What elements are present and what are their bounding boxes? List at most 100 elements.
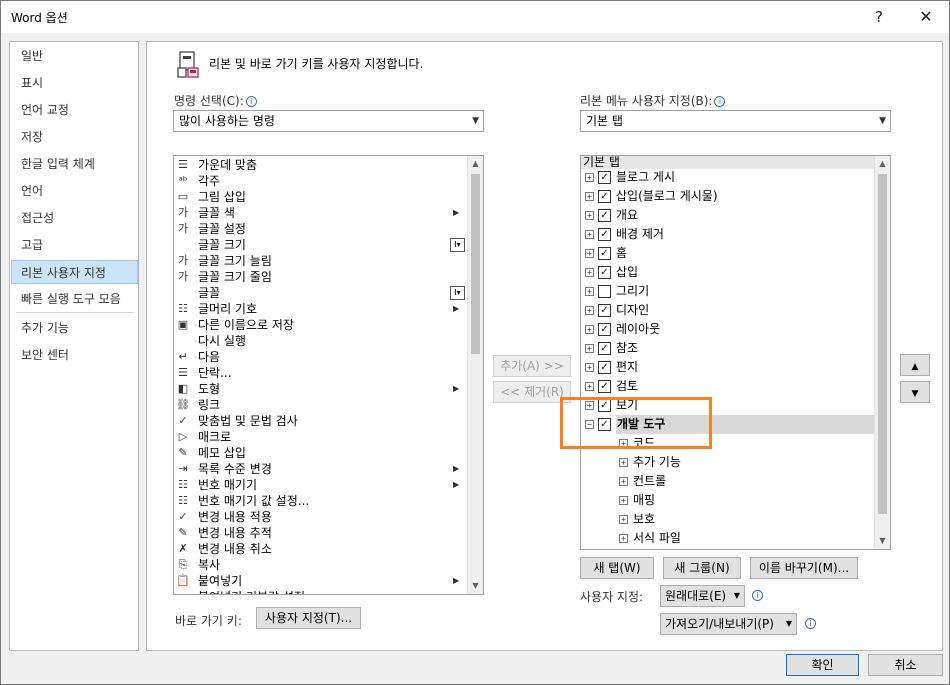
expand-icon[interactable]: + [585, 173, 594, 182]
rename-button[interactable]: 이름 바꾸기(M)... [750, 557, 858, 579]
command-item[interactable]: ✗ 변경 내용 취소 [174, 541, 468, 557]
tab-checkbox[interactable]: ✓ [598, 380, 611, 393]
command-item[interactable]: ☰ 가운데 맞춤 [174, 157, 468, 173]
category-item[interactable]: 빠른 실행 도구 모음 [11, 287, 138, 311]
reset-dropdown[interactable]: 원래대로(E) ▼ [660, 585, 745, 607]
command-item[interactable]: ▣ 다른 이름으로 저장 [174, 317, 468, 333]
scroll-down-icon[interactable]: ▼ [468, 578, 483, 594]
command-item[interactable]: ☷ 번호 매기기 값 설정... [174, 493, 468, 509]
command-item[interactable]: 가 글꼴 크기 늘림 [174, 253, 468, 269]
tree-item[interactable]: + ✓ 참조 [581, 339, 875, 358]
command-item[interactable]: ☷ 번호 매기기 ▶ [174, 477, 468, 493]
command-item[interactable]: 글꼴 I▾ [174, 285, 468, 301]
scroll-thumb[interactable] [471, 174, 480, 354]
commands-list[interactable]: 붙여넣기 기본값 설정... 📋 붙여넣기 ▶ ⎘ 복사 ✗ 변경 내용 취소 ✎ 변경 내용 추… [173, 155, 484, 595]
tree-item[interactable]: + ✓ 홈 [581, 244, 875, 263]
scroll-down-icon[interactable]: ▼ [875, 533, 890, 549]
commands-scrollbar[interactable]: ▲ ▼ [467, 156, 483, 594]
tree-item[interactable]: + ✓ 배경 제거 [581, 225, 875, 244]
command-item[interactable]: ⛓ 링크 [174, 397, 468, 413]
info-icon[interactable]: i [714, 96, 726, 107]
tree-item[interactable]: + 그리기 [581, 282, 875, 301]
command-item[interactable]: ◧ 도형 ▶ [174, 381, 468, 397]
tree-item[interactable]: + 서식 파일 [581, 529, 875, 548]
command-item[interactable]: 글꼴 크기 I▾ [174, 237, 468, 253]
expand-icon[interactable]: + [585, 325, 594, 334]
command-item[interactable]: ✓ 맞춤법 및 문법 검사 [174, 413, 468, 429]
tab-checkbox[interactable]: ✓ [598, 323, 611, 336]
tab-checkbox[interactable]: ✓ [598, 247, 611, 260]
tree-item[interactable]: + 코드 [581, 434, 875, 453]
command-item[interactable]: 가 글꼴 크기 줄임 [174, 269, 468, 285]
remove-button[interactable]: << 제거(R) [493, 381, 571, 403]
shortcut-customize-button[interactable]: 사용자 지정(T)... [256, 607, 361, 629]
tree-item[interactable]: + ✓ 검토 [581, 377, 875, 396]
tree-item[interactable]: + ✓ 삽입(블로그 게시물) [581, 187, 875, 206]
scroll-thumb[interactable] [878, 174, 887, 514]
command-item[interactable]: ⎘ 복사 [174, 557, 468, 573]
tree-item[interactable]: + ✓ 편지 [581, 358, 875, 377]
command-item[interactable]: ☷ 글머리 기호 ▶ [174, 301, 468, 317]
tree-item[interactable]: ✓추가 기능 [581, 548, 875, 549]
command-item[interactable]: 가 글꼴 색 ▶ [174, 205, 468, 221]
category-item[interactable]: 일반 [11, 44, 138, 68]
scroll-up-icon[interactable]: ▲ [468, 156, 483, 172]
expand-icon[interactable]: + [585, 192, 594, 201]
tree-item[interactable]: + 보호 [581, 510, 875, 529]
tab-checkbox[interactable]: ✓ [598, 342, 611, 355]
expand-icon[interactable]: + [619, 439, 628, 448]
category-item[interactable]: 한글 입력 체계 [11, 152, 138, 176]
move-up-button[interactable]: ▲ [900, 354, 930, 376]
expand-icon[interactable]: + [585, 382, 594, 391]
command-item[interactable]: ✎ 메모 삽입 [174, 445, 468, 461]
ribbon-tabs-tree[interactable]: ✓추가 기능+서식 파일+보호+매핑+컨트롤+추가 기능+코드−✓개발 도구+✓… [580, 155, 891, 550]
new-tab-button[interactable]: 새 탭(W) [580, 557, 654, 579]
tab-checkbox[interactable]: ✓ [598, 209, 611, 222]
expand-icon[interactable]: + [619, 458, 628, 467]
category-item[interactable]: 접근성 [11, 206, 138, 230]
tree-item[interactable]: − ✓ 개발 도구 [581, 415, 876, 434]
command-item[interactable]: ▭ 그림 삽입 [174, 189, 468, 205]
close-button[interactable]: ✕ [906, 5, 946, 29]
tree-item[interactable]: + ✓ 보기 [581, 396, 875, 415]
expand-icon[interactable]: + [619, 534, 628, 543]
expand-icon[interactable]: + [619, 496, 628, 505]
ok-button[interactable]: 확인 [786, 654, 859, 676]
tree-item[interactable]: + ✓ 개요 [581, 206, 875, 225]
expand-icon[interactable]: + [619, 477, 628, 486]
category-item[interactable]: 추가 기능 [11, 316, 138, 340]
customize-ribbon-dropdown[interactable]: 기본 탭 ▼ [580, 110, 891, 132]
expand-icon[interactable]: + [585, 230, 594, 239]
cancel-button[interactable]: 취소 [868, 654, 943, 676]
category-item[interactable]: 표시 [11, 71, 138, 95]
tree-item[interactable]: + ✓ 레이아웃 [581, 320, 875, 339]
command-item[interactable]: ⇥ 목록 수준 변경 ▶ [174, 461, 468, 477]
tree-item[interactable]: + 컨트롤 [581, 472, 875, 491]
choose-commands-dropdown[interactable]: 많이 사용하는 명령 ▼ [173, 110, 484, 132]
command-item[interactable]: ᵃᵇ 각주 [174, 173, 468, 189]
tab-checkbox[interactable]: ✓ [598, 266, 611, 279]
category-item[interactable]: 저장 [11, 125, 138, 149]
scroll-up-icon[interactable]: ▲ [875, 156, 890, 172]
info-icon[interactable]: i [245, 96, 257, 107]
new-group-button[interactable]: 새 그룹(N) [663, 557, 741, 579]
command-item[interactable]: ☰ 단락... [174, 365, 468, 381]
expand-icon[interactable]: + [585, 306, 594, 315]
tab-checkbox[interactable]: ✓ [598, 361, 611, 374]
tab-checkbox[interactable]: ✓ [598, 399, 611, 412]
collapse-icon[interactable]: − [585, 420, 594, 429]
help-button[interactable]: ? [859, 5, 899, 29]
add-button[interactable]: 추가(A) >> [493, 355, 571, 377]
tab-checkbox[interactable]: ✓ [598, 171, 611, 184]
expand-icon[interactable]: + [585, 268, 594, 277]
category-item[interactable]: 언어 교정 [11, 98, 138, 122]
tree-item[interactable]: + 추가 기능 [581, 453, 875, 472]
category-item[interactable]: 고급 [11, 233, 138, 257]
command-item[interactable]: 가 글꼴 설정 [174, 221, 468, 237]
info-icon[interactable]: i [805, 618, 816, 629]
expand-icon[interactable]: + [585, 287, 594, 296]
expand-icon[interactable]: + [585, 211, 594, 220]
tree-item[interactable]: + 매핑 [581, 491, 875, 510]
import-export-dropdown[interactable]: 가져오기/내보내기(P) ▼ [660, 613, 797, 635]
command-item[interactable]: ↵ 다음 [174, 349, 468, 365]
